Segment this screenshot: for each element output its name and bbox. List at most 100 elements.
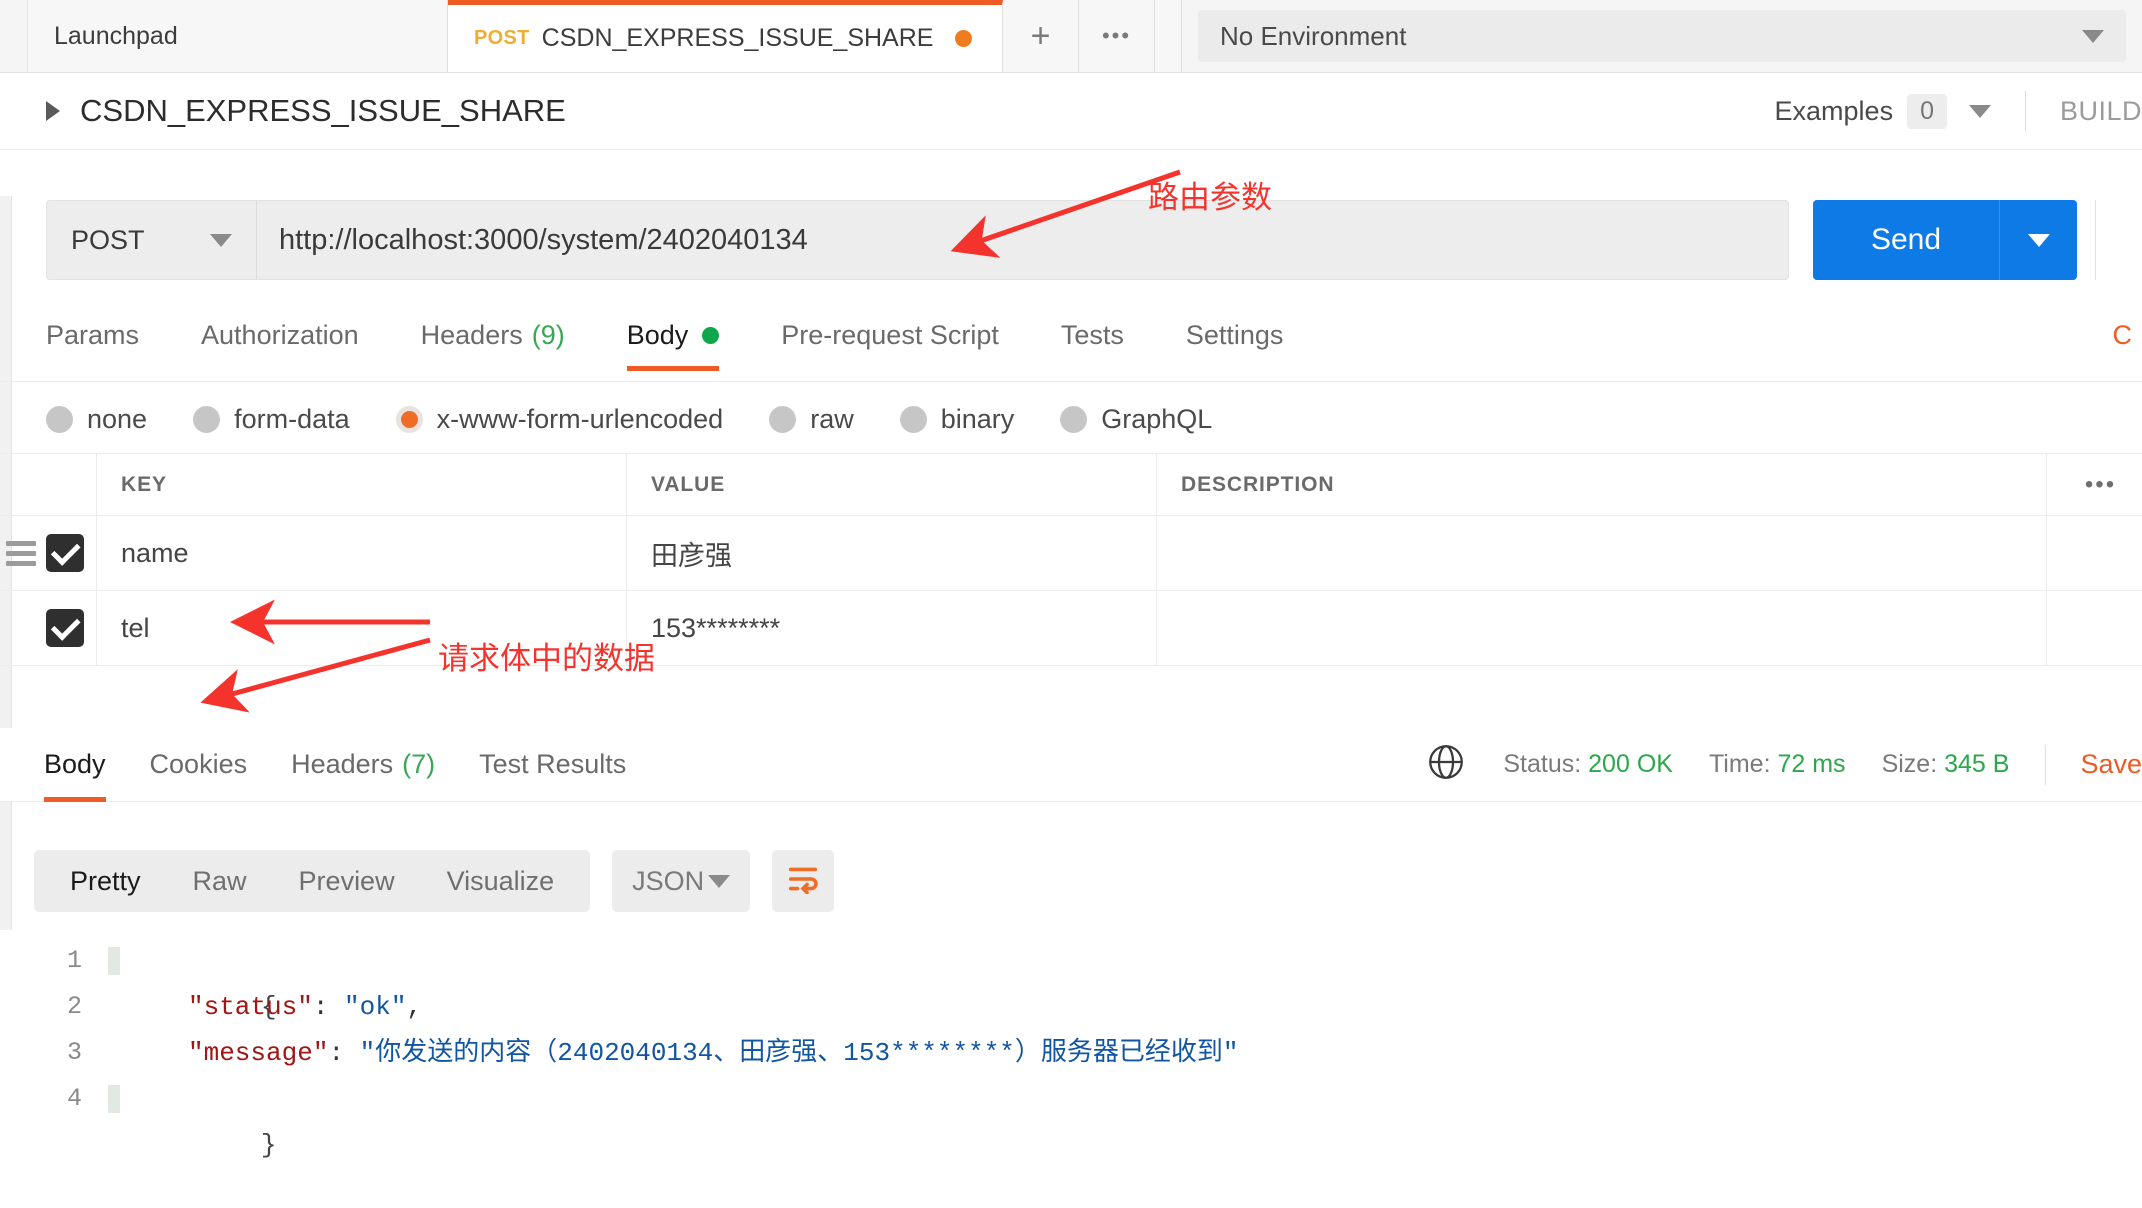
- row-value-cell[interactable]: 田彦强: [626, 516, 1156, 590]
- plus-icon: +: [1031, 17, 1051, 56]
- code-key-status: "status": [188, 992, 313, 1022]
- request-tab-headers[interactable]: Headers (9): [421, 320, 565, 371]
- fold-marker-icon[interactable]: [108, 1085, 120, 1113]
- send-row-divider: [2095, 200, 2096, 280]
- http-method-select[interactable]: POST: [46, 200, 256, 280]
- cookies-link[interactable]: C: [2113, 320, 2142, 351]
- row-checkbox[interactable]: [46, 534, 84, 572]
- response-tab-headers-label: Headers: [291, 749, 393, 780]
- response-format-select[interactable]: JSON: [612, 850, 750, 912]
- drag-handle-icon[interactable]: [6, 541, 36, 566]
- url-row: POST http://localhost:3000/system/240204…: [0, 196, 2142, 284]
- body-present-dot-icon: [702, 327, 719, 344]
- response-meta-divider: [2045, 745, 2046, 785]
- request-tab-body[interactable]: Body: [627, 320, 720, 371]
- row-checkbox[interactable]: [46, 609, 84, 647]
- examples-count-badge: 0: [1907, 94, 1947, 129]
- response-tab-test-results[interactable]: Test Results: [479, 728, 626, 802]
- response-bar: Body Cookies Headers (7) Test Results St…: [0, 728, 2142, 802]
- radio-icon: [1060, 406, 1087, 433]
- http-method-label: POST: [71, 225, 145, 256]
- examples-chevron-down-icon[interactable]: [1969, 105, 1991, 118]
- header-handle-cell: [0, 454, 96, 515]
- code-comma: ,: [406, 992, 422, 1022]
- response-mode-visualize[interactable]: Visualize: [421, 866, 581, 897]
- row-value-cell[interactable]: 153********: [626, 591, 1156, 665]
- annotation-body-data: 请求体中的数据: [438, 633, 655, 678]
- response-mode-raw[interactable]: Raw: [167, 866, 273, 897]
- row-description-cell[interactable]: [1156, 591, 2046, 665]
- response-mode-segment: Pretty Raw Preview Visualize: [34, 850, 590, 912]
- line-number-gutter: 1 2 3 4: [0, 930, 108, 1208]
- build-button[interactable]: BUILD: [2060, 96, 2142, 127]
- request-tab-params-label: Params: [46, 320, 139, 351]
- url-text: http://localhost:3000/system/2402040134: [279, 224, 808, 257]
- body-type-none[interactable]: none: [46, 404, 147, 435]
- table-options-button[interactable]: •••: [2046, 454, 2142, 515]
- radio-selected-icon: [396, 406, 423, 433]
- body-type-graphql-label: GraphQL: [1101, 404, 1212, 435]
- row-options-cell[interactable]: [2046, 516, 2142, 590]
- word-wrap-button[interactable]: [772, 850, 834, 912]
- status-badge: Status: 200 OK: [1503, 750, 1673, 779]
- line-number: 4: [0, 1076, 82, 1122]
- body-type-binary[interactable]: binary: [900, 404, 1015, 435]
- new-tab-button[interactable]: +: [1003, 0, 1079, 72]
- response-tab-headers-count: (7): [402, 749, 435, 780]
- tab-request-csdn-express-issue-share[interactable]: POST CSDN_EXPRESS_ISSUE_SHARE: [448, 0, 1003, 72]
- response-format-label: JSON: [632, 866, 704, 897]
- table-row[interactable]: name 田彦强: [0, 516, 2142, 591]
- url-input[interactable]: http://localhost:3000/system/2402040134: [256, 200, 1789, 280]
- response-meta: Status: 200 OK Time: 72 ms Size: 345 B S…: [1425, 741, 2142, 788]
- body-type-form-data[interactable]: form-data: [193, 404, 350, 435]
- code-value-status: "ok": [344, 992, 406, 1022]
- send-button[interactable]: Send: [1813, 200, 1999, 280]
- chevron-down-icon: [2082, 30, 2104, 43]
- row-handle-cell: [0, 591, 96, 665]
- request-tab-tests[interactable]: Tests: [1061, 320, 1124, 371]
- body-type-radio-group: none form-data x-www-form-urlencoded raw…: [0, 385, 2142, 453]
- time-value: 72 ms: [1777, 750, 1845, 778]
- response-tab-cookies[interactable]: Cookies: [150, 728, 248, 802]
- body-type-raw[interactable]: raw: [769, 404, 854, 435]
- row-description-cell[interactable]: [1156, 516, 2046, 590]
- request-tab-authorization[interactable]: Authorization: [201, 320, 359, 371]
- response-mode-preview[interactable]: Preview: [273, 866, 421, 897]
- environment-selector[interactable]: No Environment: [1198, 10, 2126, 62]
- response-tab-body[interactable]: Body: [44, 728, 106, 802]
- body-type-binary-label: binary: [941, 404, 1015, 435]
- send-options-button[interactable]: [1999, 200, 2077, 280]
- save-response-button[interactable]: Save: [2080, 749, 2142, 780]
- request-tab-pre-request-script[interactable]: Pre-request Script: [781, 320, 999, 371]
- status-value: 200 OK: [1588, 750, 1673, 778]
- ellipsis-icon: •••: [2085, 471, 2116, 499]
- request-tab-settings[interactable]: Settings: [1186, 320, 1284, 371]
- code-fold-column: [108, 930, 126, 1208]
- response-view-toolbar: Pretty Raw Preview Visualize JSON: [34, 850, 834, 912]
- environment-area: No Environment: [1182, 0, 2142, 72]
- examples-label: Examples: [1775, 96, 1894, 127]
- response-tab-headers[interactable]: Headers (7): [291, 728, 435, 802]
- code-line-1: {: [136, 938, 2142, 984]
- table-header-row: KEY VALUE DESCRIPTION •••: [0, 454, 2142, 516]
- body-type-graphql[interactable]: GraphQL: [1060, 404, 1212, 435]
- request-tab-params[interactable]: Params: [46, 320, 139, 371]
- radio-icon: [900, 406, 927, 433]
- row-key-cell[interactable]: name: [96, 516, 626, 590]
- request-tab-tests-label: Tests: [1061, 320, 1124, 351]
- column-header-description: DESCRIPTION: [1156, 454, 2046, 515]
- fold-marker-icon[interactable]: [108, 947, 120, 975]
- table-row[interactable]: tel 153********: [0, 591, 2142, 666]
- time-badge: Time: 72 ms: [1709, 750, 1846, 779]
- code-lines[interactable]: { "status": "ok", "message": "你发送的内容（240…: [126, 930, 2142, 1208]
- globe-icon[interactable]: [1425, 741, 1467, 788]
- tab-launchpad[interactable]: Launchpad: [28, 0, 448, 72]
- response-mode-pretty[interactable]: Pretty: [44, 866, 167, 897]
- expand-collapse-triangle-icon[interactable]: [46, 101, 60, 121]
- code-close-brace: }: [261, 1130, 277, 1160]
- body-type-x-www-form-urlencoded[interactable]: x-www-form-urlencoded: [396, 404, 724, 435]
- code-key-message: "message": [188, 1038, 328, 1068]
- row-options-cell[interactable]: [2046, 591, 2142, 665]
- tab-options-button[interactable]: •••: [1079, 0, 1155, 72]
- body-type-x-www-form-urlencoded-label: x-www-form-urlencoded: [437, 404, 724, 435]
